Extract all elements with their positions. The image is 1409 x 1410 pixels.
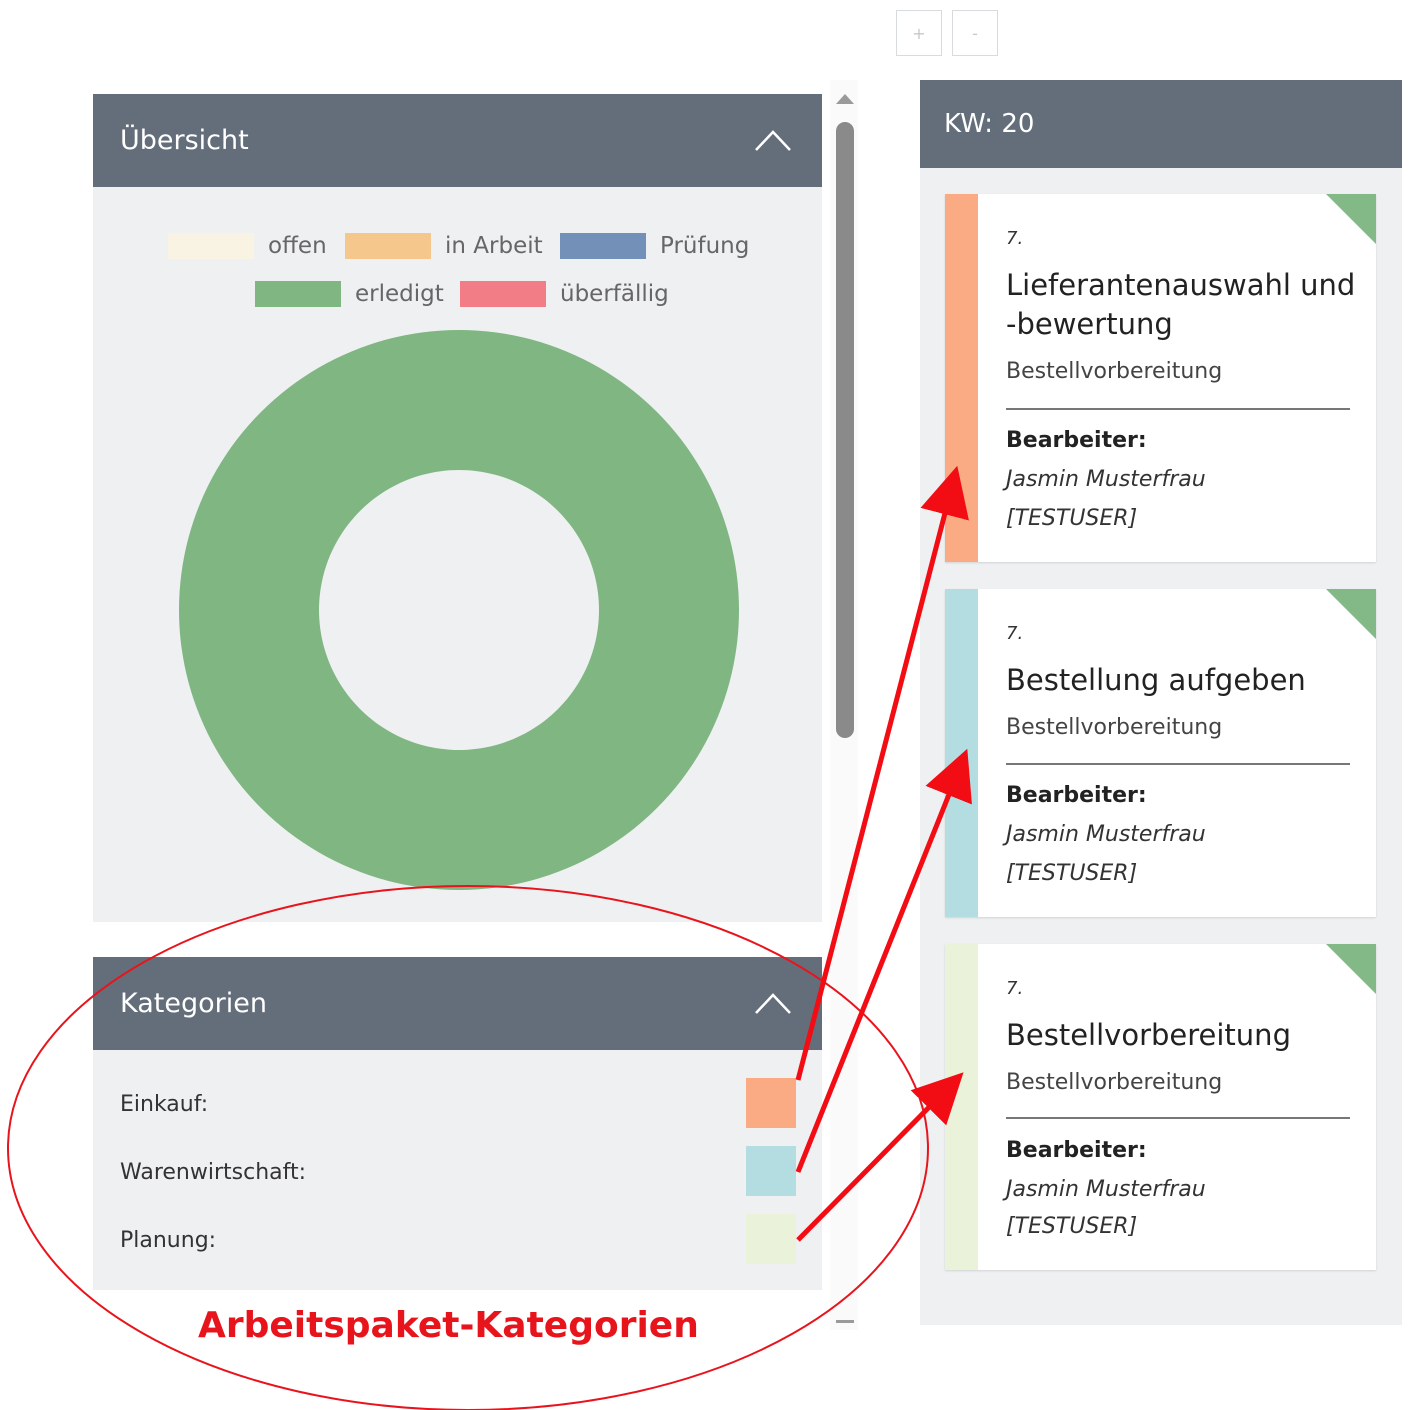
legend-swatch	[345, 233, 431, 259]
categories-panel-header: Kategorien	[93, 957, 822, 1050]
card-subtitle: Bestellvorbereitung	[1006, 1070, 1223, 1095]
legend-label: Prüfung	[660, 233, 750, 259]
card-subtitle: Bestellvorbereitung	[1006, 359, 1223, 384]
legend-swatch	[255, 281, 341, 307]
assignee-name: Jasmin Musterfrau	[1006, 467, 1206, 492]
status-corner-flag	[1326, 944, 1376, 994]
card-number: 7.	[1006, 978, 1024, 999]
donut-slice-erledigt	[178, 330, 739, 890]
week-title: KW: 20	[944, 109, 1035, 139]
assignee-name: Jasmin Musterfrau	[1006, 1177, 1206, 1202]
legend-label: erledigt	[355, 281, 444, 307]
assignee-id: [TESTUSER]	[1006, 1214, 1138, 1239]
overview-title: Übersicht	[120, 125, 249, 156]
legend-item-erledigt: erledigt	[255, 279, 444, 309]
card-divider	[1006, 1117, 1350, 1119]
legend-item-in-arbeit: in Arbeit	[345, 231, 543, 261]
category-label-einkauf: Einkauf:	[120, 1092, 209, 1117]
legend-label: in Arbeit	[445, 233, 543, 259]
card-number: 7.	[1006, 228, 1024, 249]
category-stripe	[945, 194, 978, 562]
status-corner-flag	[1326, 194, 1376, 244]
collapse-chevron-icon[interactable]	[754, 989, 792, 1017]
annotation-label: Arbeitspaket-Kategorien	[198, 1305, 699, 1346]
scrollbar-thumb[interactable]	[836, 122, 854, 738]
legend-label: offen	[268, 233, 327, 259]
category-label-planung: Planung:	[120, 1228, 217, 1253]
category-swatch-planung	[746, 1214, 796, 1264]
legend-swatch	[560, 233, 646, 259]
assignee-id: [TESTUSER]	[1006, 506, 1138, 531]
assignee-label: Bearbeiter:	[1006, 783, 1147, 808]
card-title: Lieferantenauswahl und -bewertung	[1006, 268, 1356, 341]
legend-label: überfällig	[560, 281, 669, 307]
assignee-id: [TESTUSER]	[1006, 861, 1138, 886]
legend-item-ueberfaellig: überfällig	[460, 279, 669, 309]
assignee-name: Jasmin Musterfrau	[1006, 822, 1206, 847]
scroll-up-arrow-icon[interactable]	[836, 94, 854, 104]
collapse-chevron-icon[interactable]	[754, 126, 792, 154]
work-package-card[interactable]: 7. Bestellung aufgeben Bestellvorbereitu…	[945, 589, 1376, 917]
assignee-label: Bearbeiter:	[1006, 1138, 1147, 1163]
category-stripe	[945, 589, 978, 917]
category-swatch-einkauf	[746, 1078, 796, 1128]
zoom-out-button[interactable]: -	[952, 10, 998, 56]
status-corner-flag	[1326, 589, 1376, 639]
scroll-down-arrow-icon[interactable]	[836, 1320, 854, 1323]
legend-swatch	[460, 281, 546, 307]
legend-item-offen: offen	[168, 231, 327, 261]
category-label-warenwirtschaft: Warenwirtschaft:	[120, 1160, 307, 1185]
zoom-in-button[interactable]: +	[896, 10, 942, 56]
overview-panel-header: Übersicht	[93, 94, 822, 187]
category-swatch-warenwirtschaft	[746, 1146, 796, 1196]
card-number: 7.	[1006, 623, 1024, 644]
card-title: Bestellvorbereitung	[1006, 1018, 1291, 1052]
categories-title: Kategorien	[120, 988, 267, 1019]
card-divider	[1006, 408, 1350, 410]
work-package-card[interactable]: 7. Bestellvorbereitung Bestellvorbereitu…	[945, 944, 1376, 1270]
category-stripe	[945, 944, 978, 1270]
work-package-card[interactable]: 7. Lieferantenauswahl und -bewertung Bes…	[945, 194, 1376, 562]
week-column-header: KW: 20	[920, 80, 1402, 168]
card-divider	[1006, 763, 1350, 765]
status-donut-chart	[178, 330, 739, 890]
card-subtitle: Bestellvorbereitung	[1006, 715, 1223, 740]
legend-swatch	[168, 233, 254, 259]
legend-item-pruefung: Prüfung	[560, 231, 749, 261]
card-title: Bestellung aufgeben	[1006, 663, 1306, 697]
assignee-label: Bearbeiter:	[1006, 428, 1147, 453]
